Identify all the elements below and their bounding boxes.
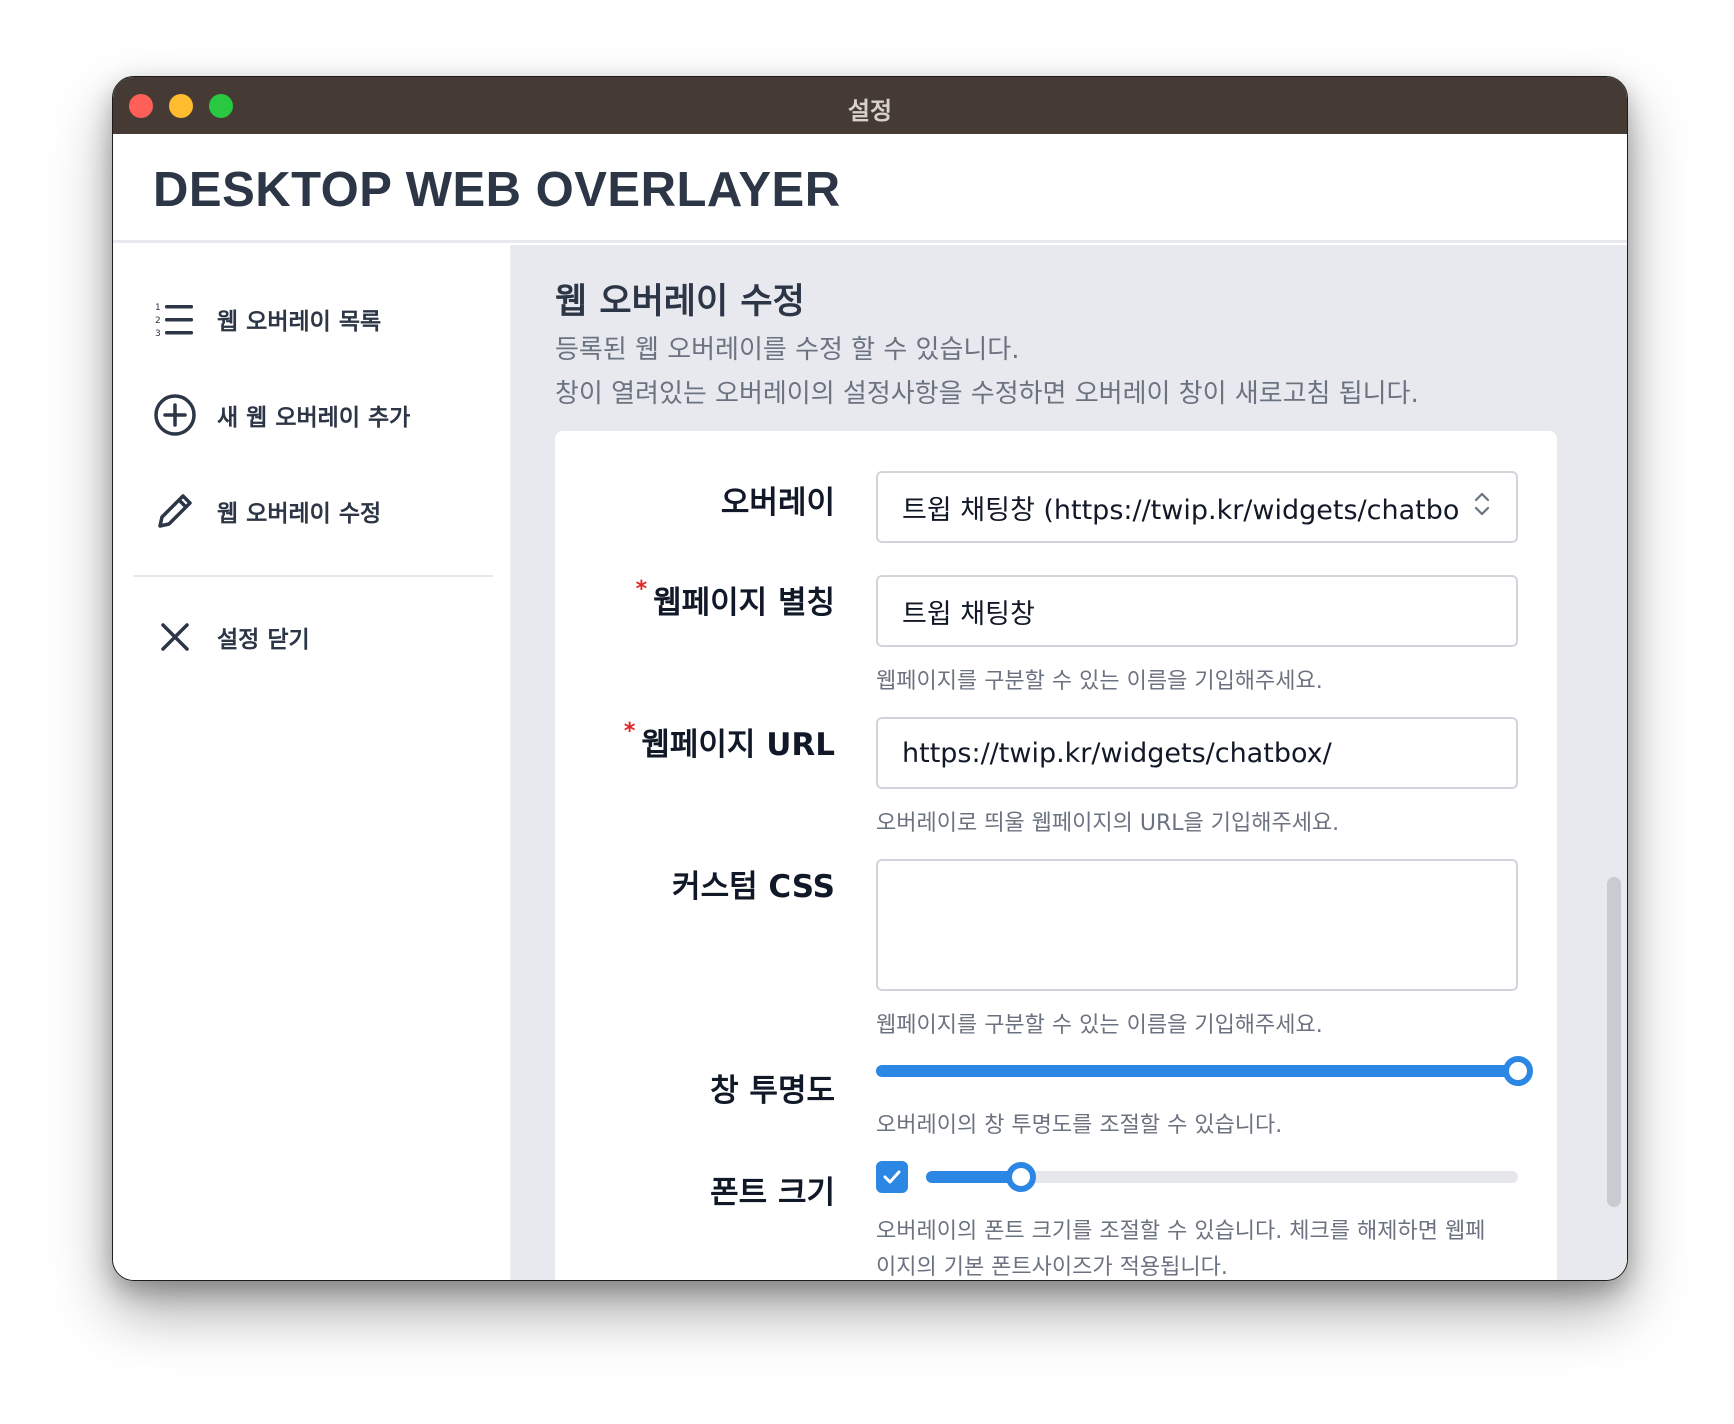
app-header: DESKTOP WEB OVERLAYER xyxy=(113,134,1627,243)
sidebar-item-overlay-list[interactable]: 1 2 3 웹 오버레이 목록 xyxy=(153,289,493,349)
font-size-slider[interactable] xyxy=(926,1162,1518,1192)
url-hint: 오버레이로 띄울 웹페이지의 URL을 기입해주세요. xyxy=(876,811,1340,836)
overlay-label: 오버레이 xyxy=(720,485,835,521)
overlay-select-value: 트윕 채팅창 (https://twip.kr/widgets/chatbox/ xyxy=(902,494,1458,526)
svg-text:1: 1 xyxy=(155,303,161,313)
numbered-list-icon: 1 2 3 xyxy=(153,297,197,341)
pencil-icon xyxy=(153,489,197,533)
font-size-hint: 이지의 기본 폰트사이즈가 적용됩니다. xyxy=(876,1255,1228,1280)
opacity-slider[interactable] xyxy=(876,1056,1533,1086)
svg-text:2: 2 xyxy=(155,316,161,326)
alias-input[interactable]: 트윕 채팅창 xyxy=(876,575,1518,647)
url-label-text: 웹페이지 URL xyxy=(641,727,835,763)
opacity-hint: 오버레이의 창 투명도를 조절할 수 있습니다. xyxy=(876,1113,1283,1138)
main-content: 웹 오버레이 수정 등록된 웹 오버레이를 수정 할 수 있습니다. 창이 열려… xyxy=(511,245,1627,1280)
opacity-slider-fill xyxy=(876,1065,1518,1077)
settings-window: 설정 DESKTOP WEB OVERLAYER 1 2 3 웹 오버레이 목록 xyxy=(112,76,1628,1281)
sidebar-item-label: 웹 오버레이 목록 xyxy=(217,309,382,335)
custom-css-label: 커스텀 CSS xyxy=(672,869,835,905)
chevron-up-down-icon xyxy=(1472,489,1492,526)
overlay-select[interactable]: 트윕 채팅창 (https://twip.kr/widgets/chatbox/ xyxy=(876,471,1518,543)
opacity-label: 창 투명도 xyxy=(710,1073,835,1109)
sidebar-item-edit-overlay[interactable]: 웹 오버레이 수정 xyxy=(153,481,493,541)
check-icon xyxy=(883,1170,901,1184)
alias-label: * 웹페이지 별칭 xyxy=(636,577,835,622)
page-description: 등록된 웹 오버레이를 수정 할 수 있습니다. xyxy=(555,335,1020,365)
sidebar: 1 2 3 웹 오버레이 목록 새 웹 오버레이 추가 웹 오버레이 수정 설정… xyxy=(113,245,511,1280)
title-bar: 설정 xyxy=(113,77,1627,134)
font-size-label: 폰트 크기 xyxy=(710,1175,835,1211)
opacity-slider-thumb[interactable] xyxy=(1503,1056,1533,1086)
custom-css-hint: 웹페이지를 구분할 수 있는 이름을 기입해주세요. xyxy=(876,1013,1323,1038)
alias-hint: 웹페이지를 구분할 수 있는 이름을 기입해주세요. xyxy=(876,669,1323,694)
url-label: * 웹페이지 URL xyxy=(624,719,835,764)
url-input[interactable]: https://twip.kr/widgets/chatbox/ xyxy=(876,717,1518,789)
sidebar-item-label: 설정 닫기 xyxy=(217,627,310,653)
font-size-slider-thumb[interactable] xyxy=(1005,1162,1036,1192)
page-title: 웹 오버레이 수정 xyxy=(555,282,805,322)
sidebar-item-label: 새 웹 오버레이 추가 xyxy=(217,405,411,431)
page-description: 창이 열려있는 오버레이의 설정사항을 수정하면 오버레이 창이 새로고침 됩니… xyxy=(555,379,1419,409)
alias-label-text: 웹페이지 별칭 xyxy=(653,585,835,621)
font-size-checkbox[interactable] xyxy=(876,1161,908,1193)
required-mark: * xyxy=(623,719,636,744)
scrollbar[interactable] xyxy=(1607,877,1621,1207)
required-mark: * xyxy=(635,577,648,602)
close-icon xyxy=(153,615,197,659)
window-title: 설정 xyxy=(847,97,893,125)
font-size-hint: 오버레이의 폰트 크기를 조절할 수 있습니다. 체크를 해제하면 웹페 xyxy=(876,1219,1486,1244)
edit-form-card: 오버레이 트윕 채팅창 (https://twip.kr/widgets/cha… xyxy=(555,431,1557,1280)
plus-circle-icon xyxy=(153,393,197,437)
svg-text:3: 3 xyxy=(155,329,161,337)
sidebar-item-label: 웹 오버레이 수정 xyxy=(217,501,382,527)
sidebar-item-add-overlay[interactable]: 새 웹 오버레이 추가 xyxy=(153,385,493,445)
custom-css-textarea[interactable] xyxy=(876,859,1518,991)
sidebar-item-close-settings[interactable]: 설정 닫기 xyxy=(153,607,493,667)
app-title: DESKTOP WEB OVERLAYER xyxy=(153,163,841,217)
sidebar-divider xyxy=(133,575,493,577)
